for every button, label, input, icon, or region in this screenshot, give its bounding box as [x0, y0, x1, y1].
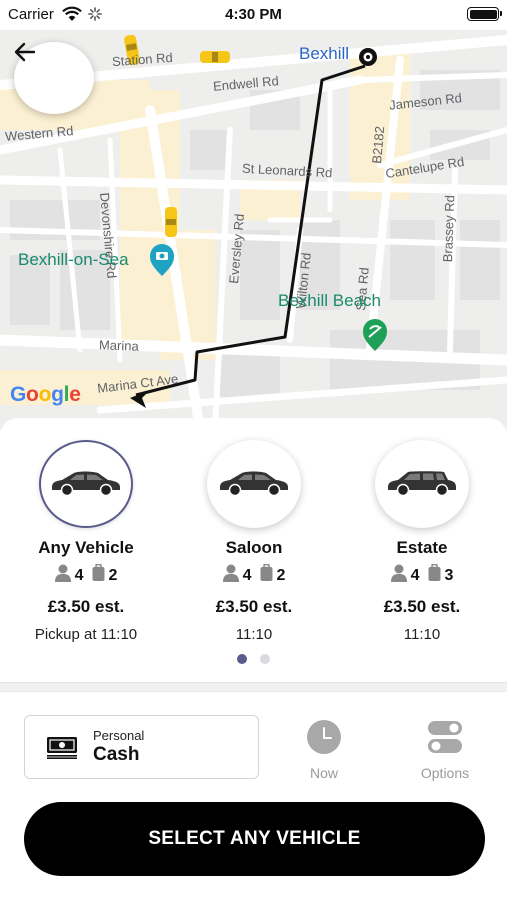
- passenger-count: 4: [410, 566, 420, 584]
- toggles-icon: [428, 721, 462, 758]
- sedan-icon: [216, 467, 292, 502]
- destination-marker-icon: [359, 48, 377, 66]
- passenger-icon: [54, 564, 71, 587]
- page-dot[interactable]: [260, 654, 270, 664]
- vehicle-pickup-time: 11:10: [403, 626, 441, 643]
- vehicle-option-estate[interactable]: Estate 4 3 £3.50 est. 11:10: [342, 440, 502, 643]
- route-map[interactable]: Station Rd Endwell Rd Jameson Rd Western…: [0, 30, 507, 430]
- vehicle-capacity: 4 3: [342, 563, 502, 587]
- luggage-icon: [428, 563, 441, 587]
- luggage-icon: [92, 563, 105, 587]
- status-bar: Carrier 4:30 PM: [0, 0, 507, 30]
- vehicle-pickup-time: 11:10: [235, 626, 273, 643]
- back-button[interactable]: [14, 42, 94, 114]
- luggage-count: 2: [108, 566, 118, 584]
- payment-method-selector[interactable]: Personal Cash: [24, 715, 259, 779]
- vehicle-capacity: 4 2: [6, 563, 166, 587]
- vehicle-icon-circle[interactable]: [39, 440, 133, 528]
- payment-method-label: Cash: [93, 744, 140, 765]
- vehicle-icon-circle[interactable]: [375, 440, 469, 528]
- vehicle-sheet: Any Vehicle 4 2 £3.50 est. Pickup at 11:…: [0, 418, 507, 900]
- now-label: Now: [309, 765, 338, 781]
- options-button[interactable]: Options: [405, 720, 485, 781]
- vehicle-price: £3.50 est.: [383, 597, 461, 616]
- page-dot[interactable]: [237, 654, 247, 664]
- passenger-icon: [222, 564, 239, 587]
- vehicle-option-saloon[interactable]: Saloon 4 2 £3.50 est. 11:10: [174, 440, 334, 643]
- street-label: Brassey Rd: [440, 194, 458, 263]
- luggage-count: 2: [276, 566, 286, 584]
- vehicle-pickup-time: Pickup at 11:10: [34, 626, 138, 643]
- payment-account-type: Personal: [93, 728, 145, 743]
- vehicle-icon-circle[interactable]: [207, 440, 301, 528]
- section-divider: [0, 682, 507, 692]
- vehicle-capacity: 4 2: [174, 563, 334, 587]
- vehicle-name: Estate: [396, 538, 448, 557]
- google-logo: Google: [10, 383, 81, 406]
- luggage-count: 3: [444, 566, 454, 584]
- vehicle-price: £3.50 est.: [215, 597, 293, 616]
- clock-icon: [307, 720, 341, 758]
- vehicle-option-any[interactable]: Any Vehicle 4 2 £3.50 est. Pickup at 11:…: [6, 440, 166, 643]
- page-indicator: [0, 654, 507, 664]
- sedan-icon: [48, 467, 124, 502]
- passenger-icon: [390, 564, 407, 587]
- cash-icon: [47, 737, 77, 764]
- vehicle-name: Saloon: [225, 538, 283, 557]
- taxi-icon: [200, 51, 230, 63]
- passenger-count: 4: [242, 566, 252, 584]
- place-label: Bexhill-on-Sea: [18, 250, 129, 269]
- select-vehicle-button[interactable]: SELECT ANY VEHICLE: [24, 802, 485, 876]
- vehicle-name: Any Vehicle: [38, 538, 134, 557]
- place-label: Bexhill Beach: [278, 291, 382, 310]
- luggage-icon: [260, 563, 273, 587]
- estate-car-icon: [384, 467, 460, 502]
- passenger-count: 4: [74, 566, 84, 584]
- status-time: 4:30 PM: [225, 6, 282, 23]
- vehicle-price: £3.50 est.: [47, 597, 125, 616]
- now-button[interactable]: Now: [284, 720, 364, 781]
- options-label: Options: [420, 765, 470, 781]
- taxi-icon: [165, 207, 177, 237]
- street-label: Marina: [98, 337, 139, 354]
- battery-icon: [467, 7, 502, 21]
- place-label: Bexhill: [299, 44, 350, 63]
